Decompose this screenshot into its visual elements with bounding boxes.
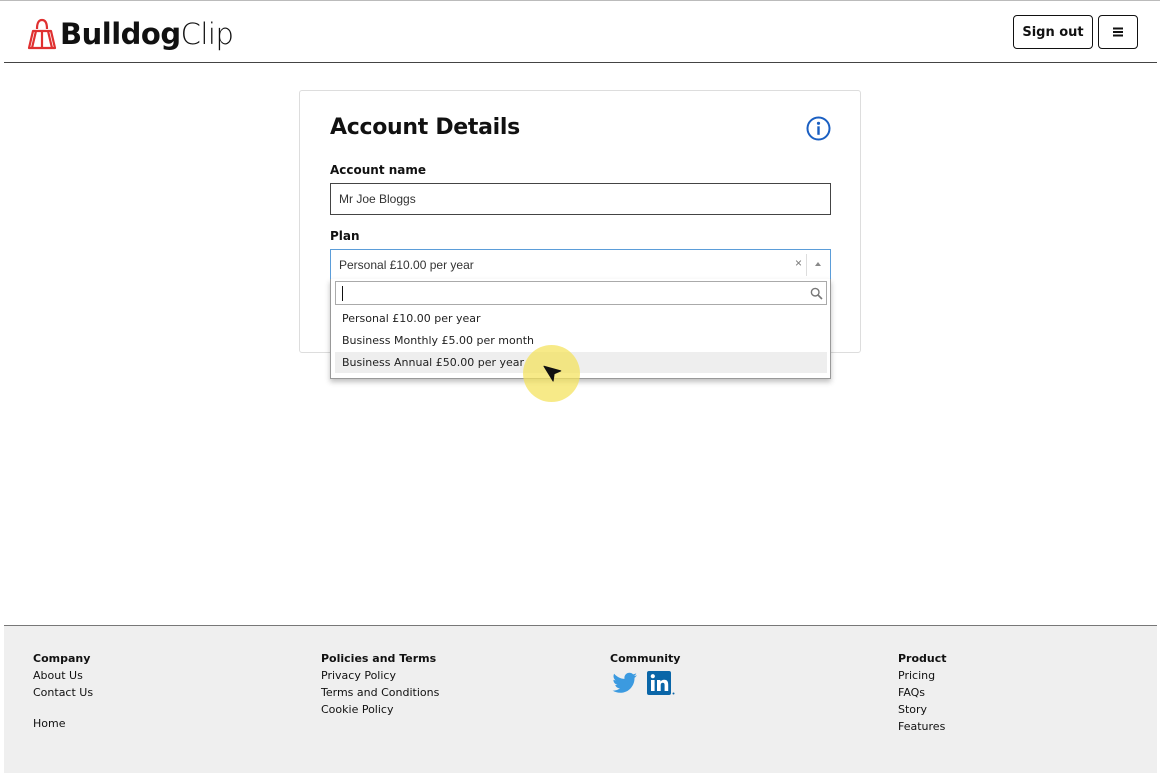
footer-company-column: Company About Us Contact Us Home <box>33 650 93 732</box>
page-title: Account Details <box>330 115 520 140</box>
search-icon <box>810 287 823 300</box>
footer-heading: Policies and Terms <box>321 652 437 665</box>
plan-option-highlighted[interactable]: Business Annual £50.00 per year <box>335 352 827 373</box>
account-name-input[interactable]: Mr Joe Bloggs <box>330 183 831 215</box>
footer-link-contact[interactable]: Contact Us <box>33 684 93 701</box>
footer-link-pricing[interactable]: Pricing <box>898 667 947 684</box>
logo-text-light: Clip <box>180 17 234 51</box>
footer-product-column: Product Pricing FAQs Story Features <box>898 650 947 735</box>
hamburger-menu-icon <box>1113 27 1123 37</box>
footer-heading: Product <box>898 652 947 665</box>
account-name-label: Account name <box>330 163 427 177</box>
menu-button[interactable] <box>1098 15 1138 49</box>
footer-heading: Company <box>33 652 91 665</box>
social-links <box>612 670 676 696</box>
footer-link-privacy[interactable]: Privacy Policy <box>321 667 439 684</box>
plan-option[interactable]: Personal £10.00 per year <box>335 308 827 329</box>
footer-link-cookies[interactable]: Cookie Policy <box>321 701 439 718</box>
footer-link-about[interactable]: About Us <box>33 667 93 684</box>
mouse-pointer-icon <box>543 365 562 382</box>
footer-heading: Community <box>610 652 681 665</box>
plan-dropdown: Personal £10.00 per year Business Monthl… <box>330 279 831 379</box>
footer-policies-column: Policies and Terms Privacy Policy Terms … <box>321 650 439 718</box>
info-circle-icon[interactable] <box>806 116 831 141</box>
footer-link-terms[interactable]: Terms and Conditions <box>321 684 439 701</box>
clear-selection-icon[interactable]: × <box>795 256 802 270</box>
brand-logo[interactable]: Bulldog Clip <box>26 13 234 55</box>
site-footer <box>4 625 1157 773</box>
footer-link-home[interactable]: Home <box>33 715 93 732</box>
sign-out-button[interactable]: Sign out <box>1013 15 1093 49</box>
plan-label: Plan <box>330 229 360 243</box>
footer-link-faqs[interactable]: FAQs <box>898 684 947 701</box>
twitter-icon[interactable] <box>612 672 638 694</box>
site-header: Bulldog Clip Sign out <box>0 0 1160 63</box>
bulldog-clip-logo-icon <box>27 18 57 50</box>
plan-option[interactable]: Business Monthly £5.00 per month <box>335 330 827 351</box>
footer-link-story[interactable]: Story <box>898 701 947 718</box>
footer-link-features[interactable]: Features <box>898 718 947 735</box>
header-divider <box>4 62 1157 63</box>
text-caret <box>342 286 343 301</box>
dropdown-arrow-up-icon[interactable] <box>811 259 825 269</box>
select-divider <box>806 254 807 276</box>
footer-community-column: Community <box>610 650 680 667</box>
plan-select[interactable]: Personal £10.00 per year × <box>330 249 831 280</box>
linkedin-icon[interactable] <box>646 670 676 696</box>
logo-text-bold: Bulldog <box>60 17 181 51</box>
dropdown-search-input[interactable] <box>335 281 827 305</box>
plan-selected-value: Personal £10.00 per year <box>339 257 474 272</box>
